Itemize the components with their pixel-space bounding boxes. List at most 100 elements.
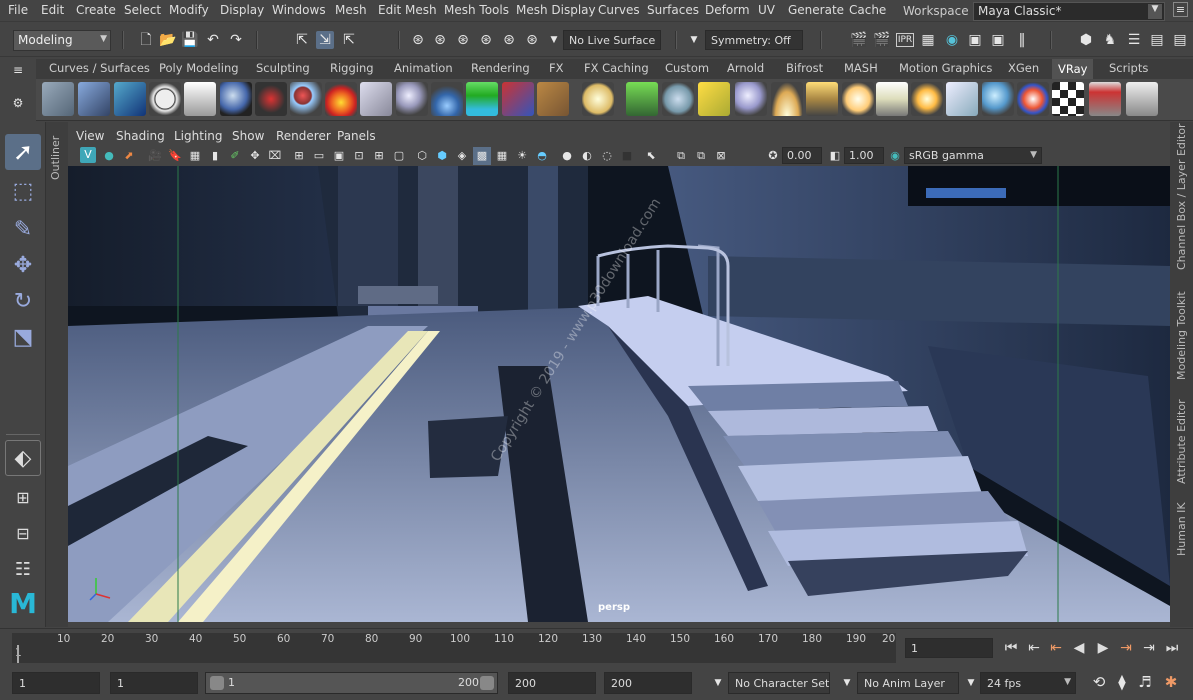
panel-menu-show[interactable]: Show	[232, 129, 264, 143]
bookmark-icon[interactable]: 🔖	[166, 147, 184, 165]
animation-preferences-icon[interactable]: ✱	[1162, 673, 1180, 691]
snap-pivot-icon[interactable]: ⊛	[523, 31, 541, 49]
sound-icon[interactable]: ♬	[1136, 673, 1154, 691]
character-controls-icon[interactable]: ♞	[1101, 31, 1119, 49]
single-perspective-icon[interactable]: ⬖	[5, 440, 41, 476]
menu-file[interactable]: File	[8, 3, 28, 17]
x-ray-icon[interactable]: ■	[618, 147, 636, 165]
gate-mask-icon[interactable]: ⊡	[350, 147, 368, 165]
go-to-start-icon[interactable]: ⏮	[1002, 639, 1020, 657]
vray-scatter-icon[interactable]	[698, 82, 730, 116]
isolate-icon[interactable]: ●	[100, 147, 118, 165]
menu-uv[interactable]: UV	[758, 3, 775, 17]
vray-frame-buffer-icon[interactable]	[114, 82, 146, 116]
attribute-editor-tab[interactable]: Attribute Editor	[1175, 399, 1188, 484]
tab-mash[interactable]: MASH	[844, 61, 878, 75]
menu-edit-mesh[interactable]: Edit Mesh	[378, 3, 437, 17]
tab-curves-surfaces[interactable]: Curves / Surfaces	[49, 61, 150, 75]
frame-all-icon[interactable]: ⊠	[712, 147, 730, 165]
play-backwards-icon[interactable]: ◀	[1070, 639, 1088, 657]
xray-active-icon[interactable]: ⧉	[692, 147, 710, 165]
live-surface-field[interactable]: No Live Surface	[563, 30, 661, 50]
symmetry-field[interactable]: Symmetry: Off	[705, 30, 803, 50]
tab-bifrost[interactable]: Bifrost	[786, 61, 823, 75]
xray-joints-icon[interactable]: ⧉	[672, 147, 690, 165]
tab-scripts[interactable]: Scripts	[1109, 61, 1148, 75]
menu-deform[interactable]: Deform	[705, 3, 750, 17]
menu-toggle-icon[interactable]: ≡	[1173, 2, 1188, 17]
human-ik-tab[interactable]: Human IK	[1175, 502, 1188, 556]
tab-arnold[interactable]: Arnold	[727, 61, 764, 75]
film-gate-icon[interactable]: ▭	[310, 147, 328, 165]
scale-tool-icon[interactable]: ⬔	[5, 320, 41, 356]
go-to-end-icon[interactable]: ⏭	[1163, 639, 1181, 657]
tab-rigging[interactable]: Rigging	[330, 61, 374, 75]
menu-modify[interactable]: Modify	[169, 3, 209, 17]
vray-camera-icon[interactable]	[255, 82, 287, 116]
vray-log-icon[interactable]	[184, 82, 216, 116]
modeling-toolkit-tab[interactable]: Modeling Toolkit	[1175, 291, 1188, 380]
vray-particles-icon[interactable]	[662, 82, 694, 116]
start-time-field[interactable]: 1	[12, 672, 100, 694]
menu-edit[interactable]: Edit	[41, 3, 64, 17]
outliner-layout-icon[interactable]: ☷	[5, 552, 41, 588]
tab-vray[interactable]: VRay	[1052, 59, 1094, 79]
vray-grass-icon[interactable]	[626, 82, 658, 116]
vray-logo-icon[interactable]	[149, 82, 181, 116]
vray-layers-icon[interactable]	[78, 82, 110, 116]
image-plane-icon[interactable]: ▦	[186, 147, 204, 165]
textured-icon[interactable]: ▩	[473, 147, 491, 165]
channel-box-icon[interactable]: ▤	[1171, 31, 1189, 49]
pick-icon[interactable]: ⬈	[120, 147, 138, 165]
vray-mesh-light-icon[interactable]	[537, 82, 569, 116]
vray-spot-light-icon[interactable]	[806, 82, 838, 116]
field-chart-icon[interactable]: ⊞	[370, 147, 388, 165]
two-view-icon[interactable]: ⊟	[5, 516, 41, 552]
channel-box-tab[interactable]: Channel Box / Layer Editor	[1175, 123, 1188, 270]
snap-grid-icon[interactable]: ⊛	[409, 31, 427, 49]
isolate-select-icon[interactable]: ⬉	[642, 147, 660, 165]
snap-curve-icon[interactable]: ⊛	[431, 31, 449, 49]
anti-aliasing-icon[interactable]: ◐	[578, 147, 596, 165]
redo-icon[interactable]: ↷	[227, 31, 245, 49]
vray-rgb-ball-icon[interactable]	[1017, 82, 1049, 116]
render-icon[interactable]: 🎬	[873, 31, 891, 49]
menu-cache[interactable]: Cache	[849, 3, 886, 17]
vray-rect-light-icon[interactable]	[946, 82, 978, 116]
modeling-toolkit-icon[interactable]: ⬢	[1077, 31, 1095, 49]
chevron-down-icon[interactable]: ▼	[545, 31, 563, 49]
save-scene-icon[interactable]: 💾	[181, 31, 199, 49]
workspace-dropdown[interactable]: Maya Classic* ▼	[973, 2, 1165, 21]
vray-fire-icon[interactable]	[325, 82, 357, 116]
undo-icon[interactable]: ↶	[204, 31, 222, 49]
range-slider[interactable]: 1 200	[205, 672, 498, 694]
outliner-tab[interactable]: Outliner	[46, 122, 68, 627]
gamma-icon[interactable]: ◧	[826, 147, 844, 165]
render-settings-icon[interactable]: ▦	[919, 31, 937, 49]
vray-proxy-icon[interactable]	[360, 82, 392, 116]
range-end-handle[interactable]	[480, 676, 494, 690]
menu-windows[interactable]: Windows	[272, 3, 326, 17]
select-object-icon[interactable]: ⇲	[316, 31, 334, 49]
tab-motion-graphics[interactable]: Motion Graphics	[899, 61, 992, 75]
vray-light-sphere-icon[interactable]	[735, 82, 767, 116]
range-start-handle[interactable]	[210, 676, 224, 690]
vray-ipr-icon[interactable]: V	[80, 147, 96, 163]
tab-fx-caching[interactable]: FX Caching	[584, 61, 649, 75]
grease-pencil-icon[interactable]: ✥	[246, 147, 264, 165]
step-forward-key-icon[interactable]: ⇥	[1140, 639, 1158, 657]
grid-icon[interactable]: ⊞	[290, 147, 308, 165]
fps-dropdown[interactable]: 24 fps ▼	[980, 672, 1076, 694]
vray-light-dome-icon[interactable]	[771, 82, 803, 116]
vray-displacement-icon[interactable]	[466, 82, 498, 116]
panel-menu-view[interactable]: View	[76, 129, 104, 143]
paint-select-icon[interactable]: ✎	[5, 212, 41, 248]
select-hierarchy-icon[interactable]: ⇱	[293, 31, 311, 49]
menu-mesh-tools[interactable]: Mesh Tools	[444, 3, 509, 17]
play-forwards-icon[interactable]: ▶	[1094, 639, 1112, 657]
smooth-shade-icon[interactable]: ⬢	[433, 147, 451, 165]
playback-start-field[interactable]: 1	[110, 672, 198, 694]
current-frame-field[interactable]: 1	[905, 638, 993, 658]
end-time-field[interactable]: 200	[604, 672, 692, 694]
color-management-icon[interactable]: ◉	[886, 147, 904, 165]
